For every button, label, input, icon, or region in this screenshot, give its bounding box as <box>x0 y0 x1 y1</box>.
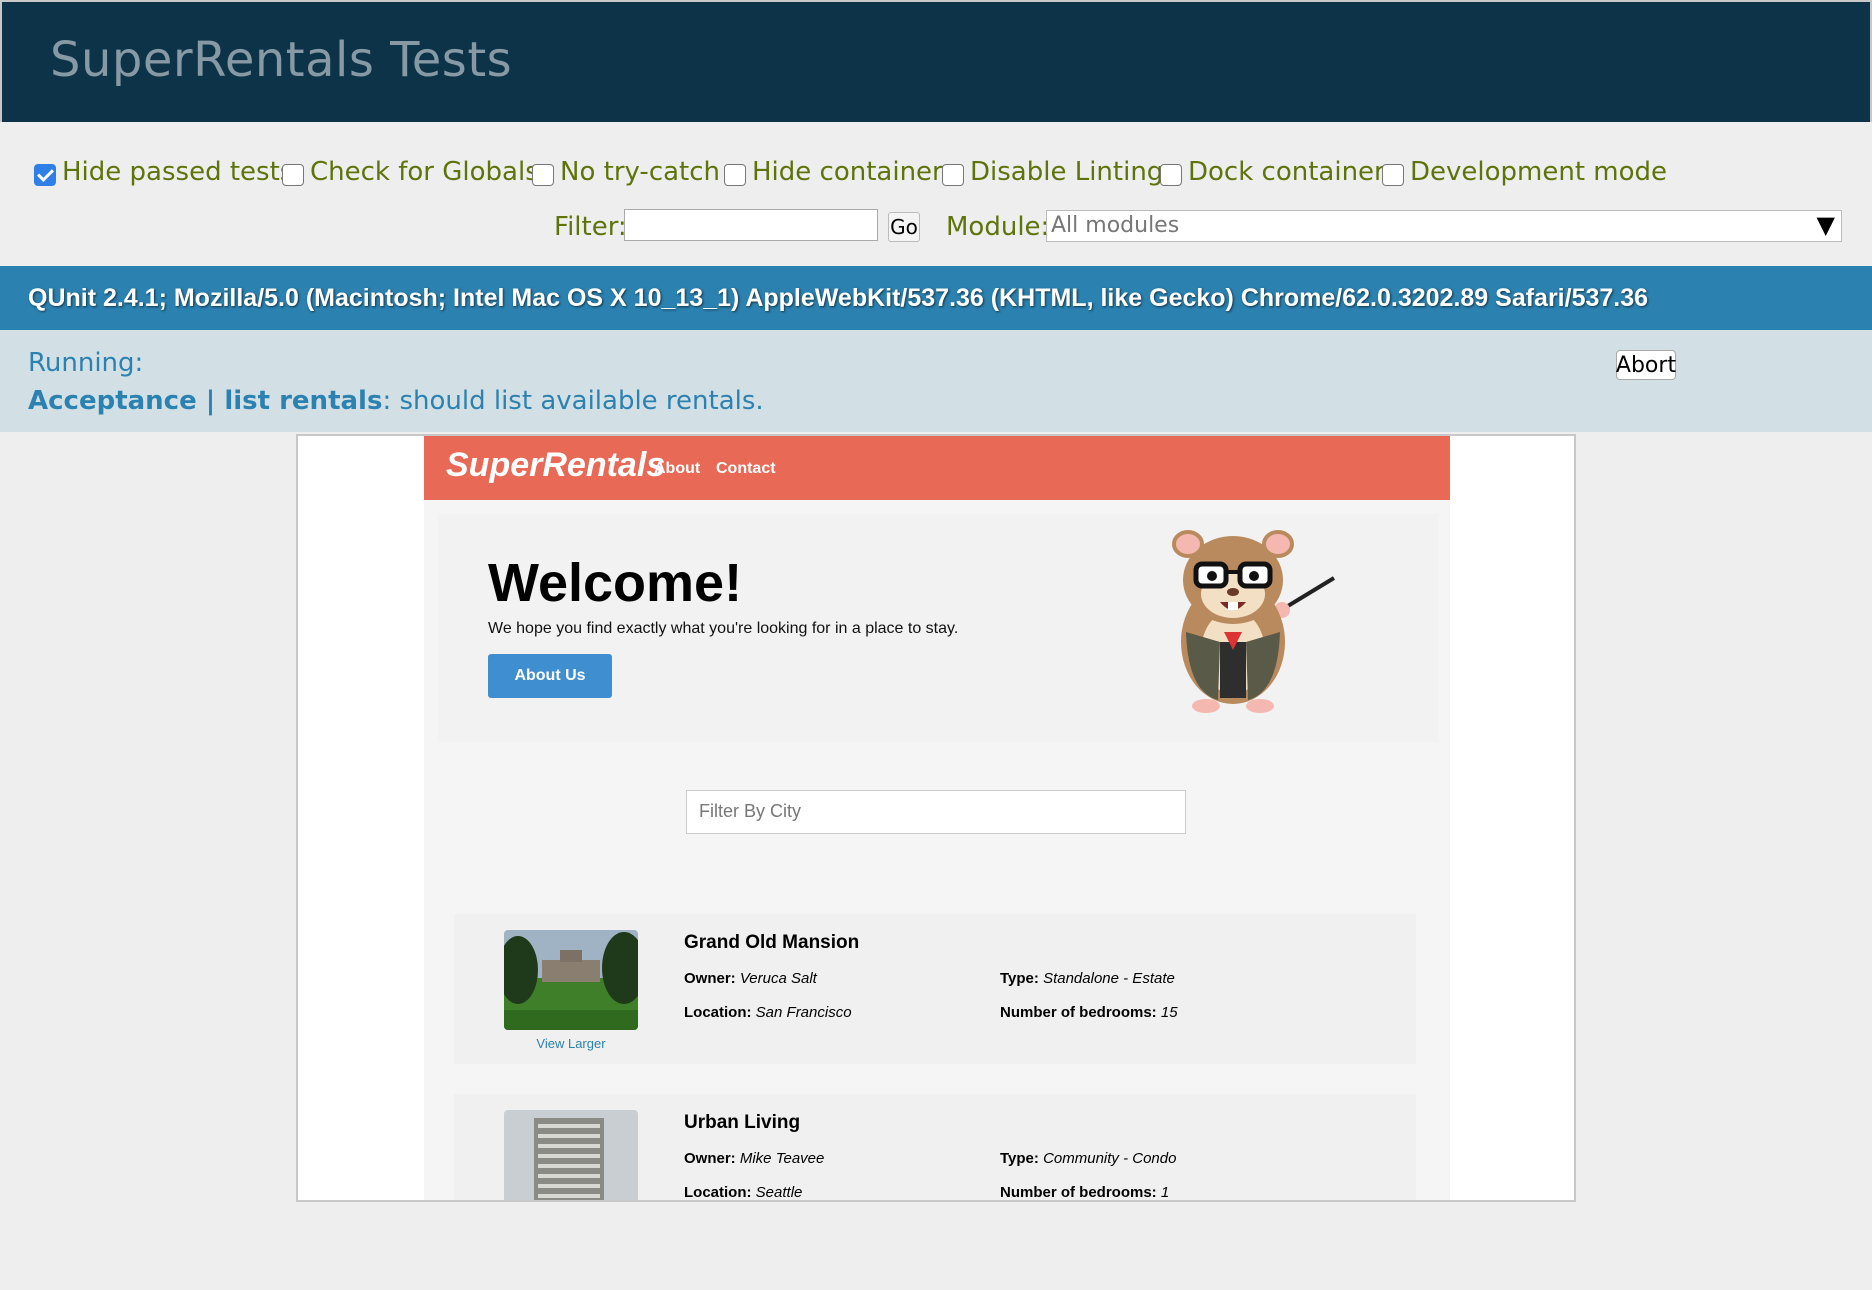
user-agent-bar: QUnit 2.4.1; Mozilla/5.0 (Macintosh; Int… <box>0 266 1872 330</box>
module-label: Module: <box>946 212 1050 242</box>
rental-bedrooms: Number of bedrooms: 15 <box>1000 1004 1178 1021</box>
no-try-catch-checkbox[interactable] <box>532 164 554 186</box>
current-test: Acceptance | list rentals: should list a… <box>28 386 764 416</box>
rental-listing: View Larger Grand Old Mansion Owner: Ver… <box>454 914 1416 1064</box>
qunit-toolbar: Hide passed tests Check for Globals No t… <box>0 122 1872 266</box>
rental-type: Type: Standalone - Estate <box>1000 970 1175 987</box>
app-root: SuperRentals About Contact Welcome! We h… <box>424 436 1450 1201</box>
detail-label: Number of bedrooms: <box>1000 1184 1157 1201</box>
detail-value: Standalone - Estate <box>1043 970 1175 987</box>
option-label: Dock container <box>1188 157 1385 187</box>
rental-type: Type: Community - Condo <box>1000 1150 1176 1167</box>
rental-owner: Owner: Mike Teavee <box>684 1150 824 1167</box>
rental-listing: Urban Living Owner: Mike Teavee Type: Co… <box>454 1094 1416 1201</box>
option-hide-container[interactable]: Hide container <box>724 154 943 190</box>
disable-linting-checkbox[interactable] <box>942 164 964 186</box>
rental-title: Urban Living <box>684 1112 801 1133</box>
option-hide-passed[interactable]: Hide passed tests <box>34 154 293 190</box>
detail-label: Type: <box>1000 970 1039 987</box>
tomster-mascot-icon <box>1172 530 1336 713</box>
dock-container-checkbox[interactable] <box>1160 164 1182 186</box>
rental-image[interactable] <box>504 930 638 1030</box>
option-label: Disable Linting <box>970 157 1164 187</box>
filter-input[interactable] <box>624 209 878 241</box>
page-title[interactable]: SuperRentals Tests <box>50 32 512 88</box>
detail-value: Mike Teavee <box>739 1150 825 1167</box>
user-agent-text: QUnit 2.4.1; Mozilla/5.0 (Macintosh; Int… <box>28 283 1649 312</box>
running-label: Running: <box>28 348 144 378</box>
option-label: Hide container <box>752 157 943 187</box>
option-disable-linting[interactable]: Disable Linting <box>942 154 1163 190</box>
module-select[interactable]: All modules ▼ <box>1046 210 1842 242</box>
option-label: Hide passed tests <box>62 157 294 187</box>
nav-contact-link[interactable]: Contact <box>716 460 776 478</box>
detail-label: Location: <box>684 1184 752 1201</box>
rental-location: Location: San Francisco <box>684 1004 852 1021</box>
option-label: Check for Globals <box>310 157 539 187</box>
detail-value: Seattle <box>755 1184 803 1201</box>
current-module-name: Acceptance | list rentals <box>28 386 383 416</box>
detail-label: Type: <box>1000 1150 1039 1167</box>
detail-value: Community - Condo <box>1043 1150 1177 1167</box>
abort-button[interactable]: Abort <box>1616 350 1676 380</box>
go-button[interactable]: Go <box>888 212 920 242</box>
detail-value: Veruca Salt <box>739 970 817 987</box>
rental-image[interactable] <box>504 1110 638 1200</box>
rental-location: Location: Seattle <box>684 1184 803 1201</box>
current-test-name: : should list available rentals. <box>382 386 764 416</box>
option-dock-container[interactable]: Dock container <box>1160 154 1385 190</box>
filter-label: Filter: <box>554 212 627 242</box>
qunit-header: SuperRentals Tests <box>0 0 1872 122</box>
detail-label: Number of bedrooms: <box>1000 1004 1157 1021</box>
test-container: SuperRentals About Contact Welcome! We h… <box>296 434 1576 1202</box>
option-check-globals[interactable]: Check for Globals <box>282 154 539 190</box>
city-filter-input[interactable]: Filter By City <box>686 790 1186 834</box>
detail-value: San Francisco <box>755 1004 852 1021</box>
about-us-button[interactable]: About Us <box>488 654 612 698</box>
option-label: No try-catch <box>560 157 721 187</box>
hide-container-checkbox[interactable] <box>724 164 746 186</box>
welcome-jumbotron: Welcome! We hope you find exactly what y… <box>438 514 1438 742</box>
view-larger-link[interactable]: View Larger <box>504 1036 638 1051</box>
option-development-mode[interactable]: Development mode <box>1382 154 1667 190</box>
hide-passed-checkbox[interactable] <box>34 164 56 186</box>
check-globals-checkbox[interactable] <box>282 164 304 186</box>
app-nav: SuperRentals About Contact <box>424 436 1450 500</box>
detail-label: Owner: <box>684 1150 736 1167</box>
detail-value: 1 <box>1160 1184 1170 1201</box>
rental-owner: Owner: Veruca Salt <box>684 970 817 987</box>
test-status: Running: Acceptance | list rentals: shou… <box>0 330 1872 432</box>
detail-label: Owner: <box>684 970 736 987</box>
welcome-heading: Welcome! <box>488 553 743 613</box>
option-label: Development mode <box>1410 157 1668 187</box>
nav-about-link[interactable]: About <box>654 460 700 478</box>
detail-value: 15 <box>1160 1004 1178 1021</box>
brand-logo[interactable]: SuperRentals <box>446 446 665 485</box>
development-mode-checkbox[interactable] <box>1382 164 1404 186</box>
dropdown-arrow-icon[interactable]: ▼ <box>1817 211 1835 239</box>
rental-title: Grand Old Mansion <box>684 932 860 953</box>
detail-label: Location: <box>684 1004 752 1021</box>
module-select-value: All modules <box>1051 213 1180 238</box>
rental-bedrooms: Number of bedrooms: 1 <box>1000 1184 1170 1201</box>
option-no-try-catch[interactable]: No try-catch <box>532 154 720 190</box>
welcome-tagline: We hope you find exactly what you're loo… <box>488 620 959 637</box>
